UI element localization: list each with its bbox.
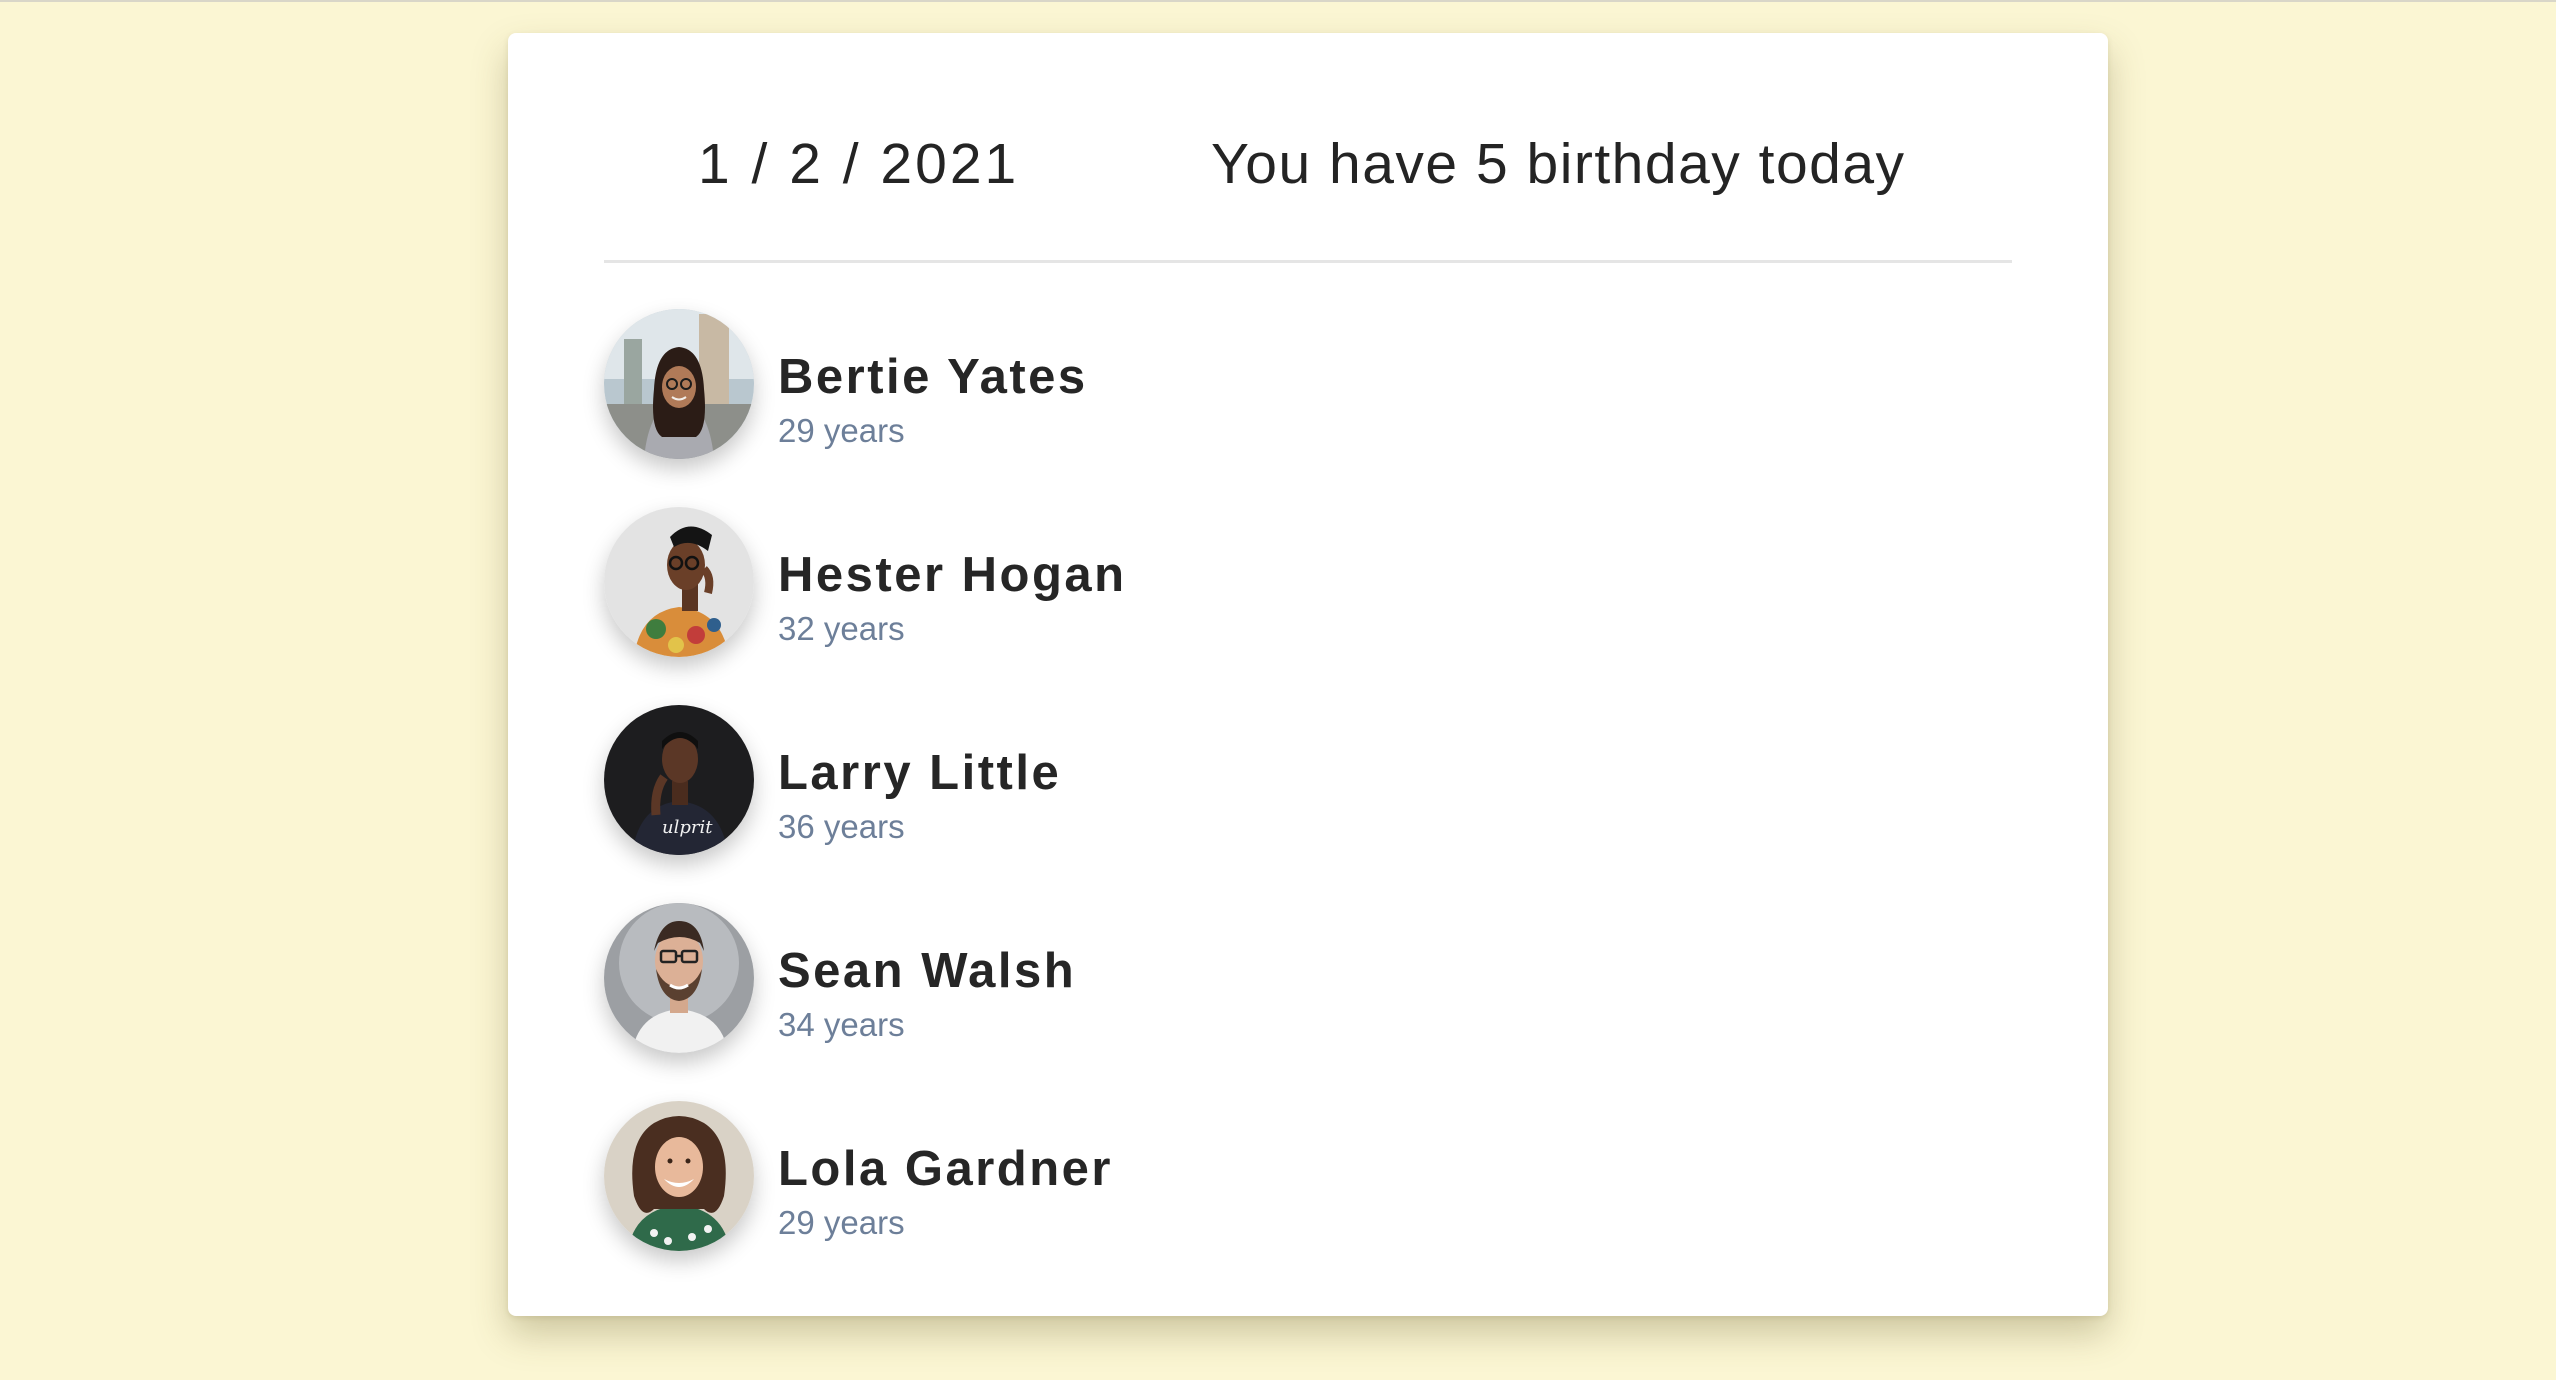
- birthday-list: Bertie Yates 29 years Hester Hogan 32 ye…: [604, 309, 2012, 1299]
- svg-text:ulprit: ulprit: [662, 817, 713, 838]
- avatar: ulprit: [604, 705, 754, 855]
- birthday-card: 1 / 2 / 2021 You have 5 birthday today B…: [508, 33, 2108, 1316]
- avatar: [604, 309, 754, 459]
- list-item: Hester Hogan 32 years: [604, 507, 2012, 659]
- person-name: Sean Walsh: [778, 944, 1077, 998]
- person-name: Larry Little: [778, 746, 1062, 800]
- person-name: Hester Hogan: [778, 548, 1127, 602]
- person-age: 36 years: [778, 808, 905, 845]
- person-age: 29 years: [778, 412, 905, 449]
- list-item: ulprit Larry Little 36 years: [604, 705, 2012, 857]
- list-item: Lola Gardner 29 years: [604, 1101, 2012, 1253]
- woman-glasses-street-avatar: [604, 309, 754, 459]
- woman-glasses-floral-avatar: [604, 507, 754, 657]
- avatar: [604, 507, 754, 657]
- list-item: Sean Walsh 34 years: [604, 903, 2012, 1055]
- header-divider: [604, 260, 2012, 263]
- man-dark-tshirt-avatar: ulprit: [604, 705, 754, 855]
- avatar: [604, 903, 754, 1053]
- card-header: 1 / 2 / 2021 You have 5 birthday today: [508, 33, 2108, 263]
- date-label: 1 / 2 / 2021: [698, 132, 1020, 196]
- man-beard-glasses-avatar: [604, 903, 754, 1053]
- list-item: Bertie Yates 29 years: [604, 309, 2012, 461]
- birthday-count-headline: You have 5 birthday today: [1211, 132, 1906, 196]
- woman-curly-hair-avatar: [604, 1101, 754, 1251]
- top-border: [0, 0, 2556, 2]
- avatar: [604, 1101, 754, 1251]
- person-name: Lola Gardner: [778, 1142, 1113, 1196]
- person-age: 32 years: [778, 610, 905, 647]
- person-age: 29 years: [778, 1204, 905, 1241]
- person-age: 34 years: [778, 1006, 905, 1043]
- person-name: Bertie Yates: [778, 350, 1088, 404]
